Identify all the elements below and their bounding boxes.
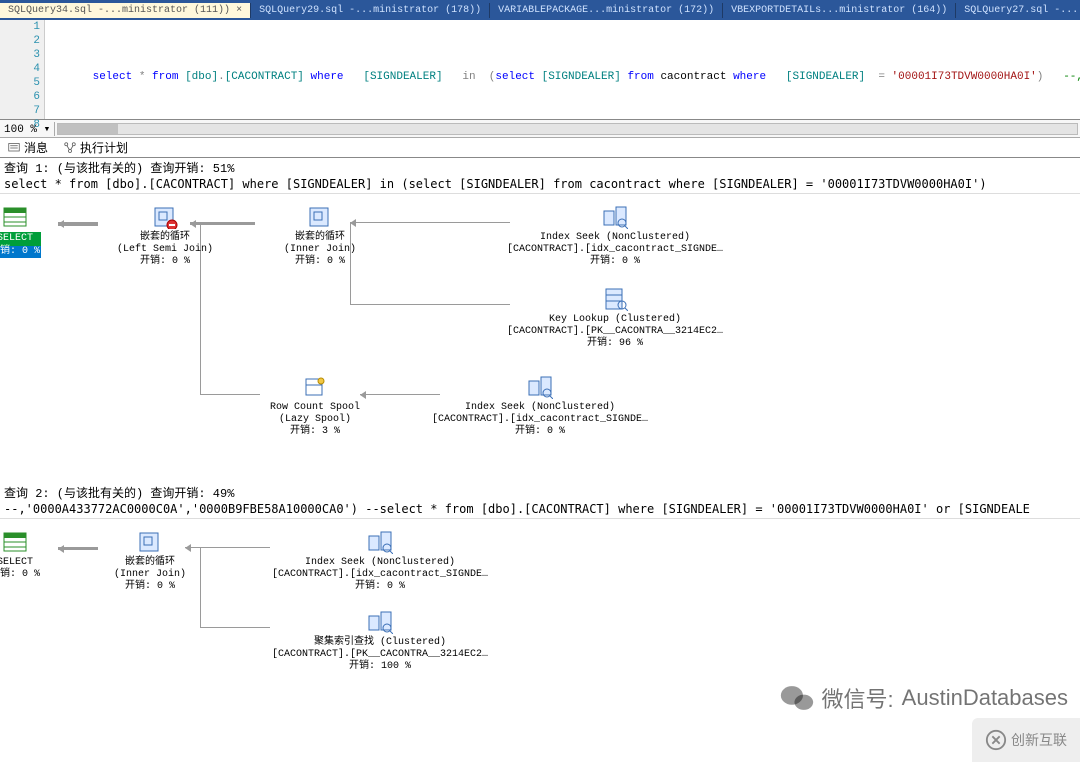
wechat-icon (780, 683, 814, 713)
index-seek-icon (366, 529, 394, 555)
plan-icon (64, 142, 76, 154)
tab-sqlquery27[interactable]: SQLQuery27.sql -... (956, 3, 1080, 18)
plan2-header: 查询 2: (与该批有关的) 查询开销: 49% (0, 483, 1080, 502)
tab-variablepackage[interactable]: VARIABLEPACKAGE...ministrator (172)) (490, 3, 723, 18)
wechat-watermark: 微信号: AustinDatabases (780, 682, 1068, 714)
tab-sqlquery34[interactable]: SQLQuery34.sql -...ministrator (111)) × (0, 3, 251, 18)
nested-loop-icon (306, 204, 334, 230)
sql-editor[interactable]: 12 34 56 78 ⊟ select * from [dbo].[CACON… (0, 20, 1080, 120)
editor-tabstrip: SQLQuery34.sql -...ministrator (111)) × … (0, 0, 1080, 20)
plan2-node-innerjoin[interactable]: 嵌套的循环 (Inner Join) 开销: 0 % (60, 529, 240, 593)
key-lookup-icon (601, 286, 629, 312)
plan2-sql: --,'0000A433772AC0000C0A','0000B9FBE58A1… (0, 502, 1080, 518)
spool-icon (301, 374, 329, 400)
plan2-node-clusteredindexseek[interactable]: 聚集索引查找 (Clustered) [CACONTRACT].[PK__CAC… (260, 609, 500, 673)
plan1-node-select[interactable]: SELECT 开销: 0 % (0, 204, 85, 258)
zoom-row: 100 % ▾ (0, 120, 1080, 138)
clustered-seek-icon (366, 609, 394, 635)
plan1-canvas[interactable]: SELECT 开销: 0 % 嵌套的循环 (Left Semi Join) 开销… (0, 193, 1080, 483)
plan1-sql: select * from [dbo].[CACONTRACT] where [… (0, 177, 1080, 193)
nested-loop-icon (136, 529, 164, 555)
plan1-node-keylookup[interactable]: Key Lookup (Clustered) [CACONTRACT].[PK_… (505, 286, 725, 350)
plan1-header: 查询 1: (与该批有关的) 查询开销: 51% (0, 158, 1080, 177)
select-icon (1, 204, 29, 230)
tab-execution-plan-label: 执行计划 (80, 139, 128, 156)
wechat-value: AustinDatabases (902, 685, 1068, 711)
zoom-level[interactable]: 100 % ▾ (0, 122, 55, 136)
plan2-node-indexseek[interactable]: Index Seek (NonClustered) [CACONTRACT].[… (260, 529, 500, 593)
code-line-1[interactable]: select * from [dbo].[CACONTRACT] where [… (53, 56, 1080, 70)
select-icon (1, 529, 29, 555)
tab-messages[interactable]: 消息 (0, 139, 56, 156)
brand-badge: 创新互联 (972, 718, 1080, 762)
select-cost: 开销: 0 % (0, 246, 41, 258)
line-number-gutter: 12 34 56 78 (0, 20, 45, 119)
nested-loop-icon (151, 204, 179, 230)
code-area[interactable]: ⊟ select * from [dbo].[CACONTRACT] where… (45, 20, 1080, 119)
scroll-thumb[interactable] (58, 124, 118, 134)
plan1-node-rowcountspool[interactable]: Row Count Spool (Lazy Spool) 开销: 3 % (225, 374, 405, 438)
plan1-node-innerjoin[interactable]: 嵌套的循环 (Inner Join) 开销: 0 % (230, 204, 410, 268)
close-icon[interactable]: × (236, 5, 242, 16)
horizontal-scrollbar[interactable] (57, 123, 1078, 135)
select-label: SELECT (0, 232, 41, 246)
messages-icon (8, 142, 20, 154)
wechat-label: 微信号: (822, 682, 894, 714)
plan1-node-indexseek2[interactable]: Index Seek (NonClustered) [CACONTRACT].[… (430, 374, 650, 438)
tab-vbexportdetails[interactable]: VBEXPORTDETAILs...ministrator (164)) (723, 3, 956, 18)
tab-execution-plan[interactable]: 执行计划 (56, 139, 136, 156)
plan1-node-leftsemijoin[interactable]: 嵌套的循环 (Left Semi Join) 开销: 0 % (75, 204, 255, 268)
plan1-node-indexseek1[interactable]: Index Seek (NonClustered) [CACONTRACT].[… (505, 204, 725, 268)
results-tabstrip: 消息 执行计划 (0, 138, 1080, 158)
index-seek-icon (601, 204, 629, 230)
tab-sqlquery29[interactable]: SQLQuery29.sql -...ministrator (178)) (251, 3, 490, 18)
tab-messages-label: 消息 (24, 139, 48, 156)
index-seek-icon (526, 374, 554, 400)
